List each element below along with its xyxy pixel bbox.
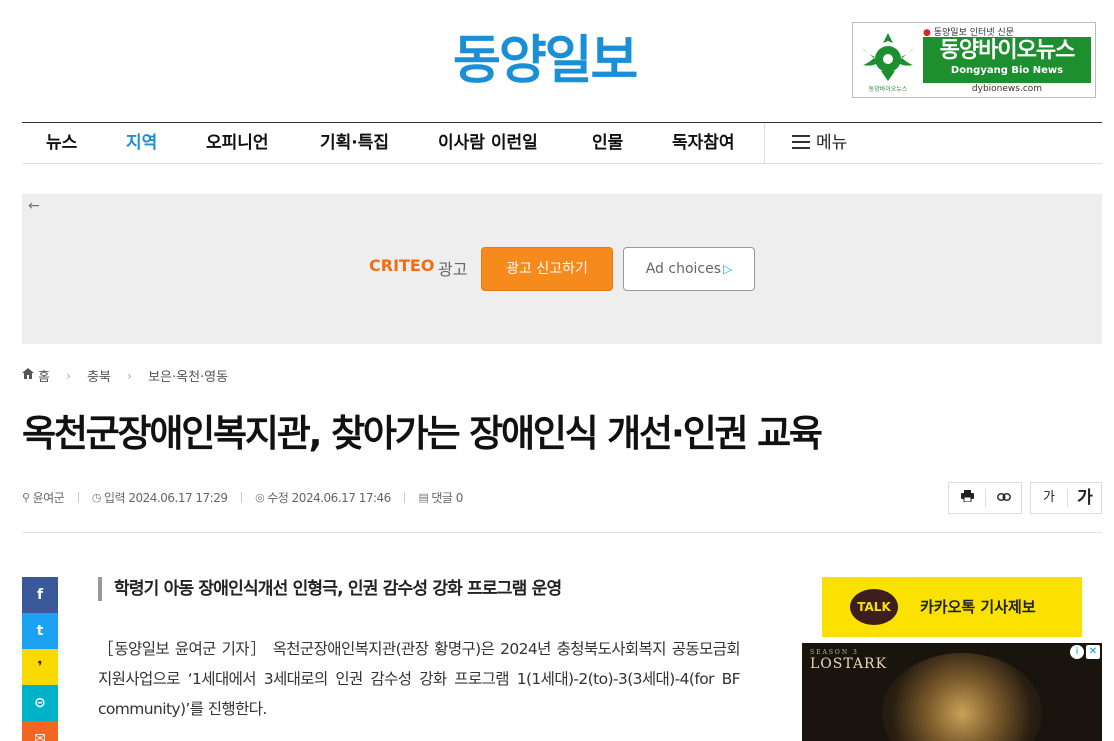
article-title: 옥천군장애인복지관, 찾아가는 장애인식 개선·인권 교육 <box>22 412 823 455</box>
comments-label: 댓글 <box>431 491 453 505</box>
ad-choices-button[interactable]: Ad choices ▷ <box>623 247 755 291</box>
bio-news-banner[interactable]: 동양바이오뉴스 ● 동양일보 인터넷 신문 동양바이오뉴스 Dongyang B… <box>852 22 1096 98</box>
comment-icon: ▤ <box>418 491 429 504</box>
nav-item-people-stories[interactable]: 이사람 이런일 <box>438 123 538 163</box>
report-ad-button[interactable]: 광고 신고하기 <box>481 247 613 291</box>
ad-label: 광고 <box>438 260 468 279</box>
nav-item-news[interactable]: 뉴스 <box>46 123 77 163</box>
font-size-tools: 가 가 <box>1030 482 1102 514</box>
bio-name-en: Dongyang Bio News <box>950 65 1064 76</box>
nav-item-people[interactable]: 인물 <box>592 123 623 163</box>
svg-text:동양바이오뉴스: 동양바이오뉴스 <box>869 85 908 93</box>
author-name[interactable]: 윤여군 <box>33 489 65 506</box>
nav-item-region[interactable]: 지역 <box>126 123 157 163</box>
menu-button[interactable]: 메뉴 <box>792 123 847 163</box>
breadcrumb-level1[interactable]: 충북 <box>87 366 111 385</box>
ad-close-icon[interactable]: ✕ <box>1086 645 1100 659</box>
meta-divider <box>77 492 79 503</box>
check-circle-icon: ◎ <box>255 491 265 504</box>
clock-icon: ◷ <box>91 491 102 504</box>
comments-link[interactable]: 댓글 0 <box>431 489 463 506</box>
twitter-share-icon[interactable]: t <box>22 613 58 649</box>
breadcrumb: 홈 › 충북 › 보은·옥천·영동 <box>22 366 228 386</box>
lostark-season: SEASON 3 <box>810 649 859 656</box>
lostark-ad[interactable]: SEASON 3 LOSTARK i ✕ <box>802 643 1102 741</box>
breadcrumb-level2[interactable]: 보은·옥천·영동 <box>148 366 228 385</box>
kakao-share-icon[interactable]: ❜ <box>22 649 58 685</box>
site-logo[interactable]: 동양일보 <box>453 28 675 94</box>
facebook-share-icon[interactable]: f <box>22 577 58 613</box>
back-arrow-icon[interactable]: ← <box>28 198 40 214</box>
lostark-logo: SEASON 3 LOSTARK <box>810 649 887 672</box>
person-icon: ⚲ <box>22 491 30 504</box>
main-nav: 뉴스 지역 오피니언 기획·특집 이사람 이런일 인물 독자참여 메뉴 <box>22 122 1102 164</box>
input-label: 입력 <box>103 491 126 505</box>
criteo-logo: CRITEO <box>369 256 435 275</box>
eagle-emblem-icon: 동양바이오뉴스 <box>861 33 915 93</box>
breadcrumb-home[interactable]: 홈 <box>22 366 50 385</box>
bio-name: 동양바이오뉴스 <box>939 38 1076 63</box>
modified-date: 2024.06.17 17:46 <box>291 490 392 505</box>
bio-name-box: 동양바이오뉴스 Dongyang Bio News <box>923 37 1091 83</box>
menu-label: 메뉴 <box>816 133 848 153</box>
modified-label: 수정 <box>267 491 289 505</box>
meta-divider <box>240 492 242 503</box>
kakao-tip-label: 카카오톡 기사제보 <box>920 598 1036 616</box>
kakao-tip-banner[interactable]: TALK 카카오톡 기사제보 <box>822 577 1082 637</box>
email-share-icon[interactable]: ✉ <box>22 721 58 741</box>
lostark-title: LOSTARK <box>810 656 888 672</box>
ad-choices-icon: ▷ <box>723 262 733 276</box>
link-icon <box>997 493 1011 501</box>
article-subtitle: 학령기 아동 장애인식개선 인형극, 인권 감수성 강화 프로그램 운영 <box>98 577 562 601</box>
input-date: 2024.06.17 17:29 <box>128 490 228 505</box>
chevron-right-icon: › <box>66 368 71 383</box>
ad-choices-label: Ad choices <box>645 261 722 277</box>
nav-item-feature[interactable]: 기획·특집 <box>320 123 389 163</box>
criteo-ad-banner: ← CRITEO 광고 광고 신고하기 Ad choices ▷ <box>22 194 1102 344</box>
article-body: ［동양일보 윤여군 기자］ 옥천군장애인복지관(관장 황명구)은 2024년 충… <box>98 640 741 718</box>
comments-count: 0 <box>455 490 464 505</box>
print-icon <box>960 490 974 503</box>
ad-info-icon[interactable]: i <box>1070 645 1084 659</box>
font-smaller-button[interactable]: 가 <box>1031 483 1067 513</box>
bio-url: dybionews.com <box>971 84 1043 94</box>
link-share-icon[interactable]: ⊝ <box>22 685 58 721</box>
content-divider <box>22 532 1102 533</box>
kakao-talk-icon: TALK <box>850 589 898 625</box>
nav-item-opinion[interactable]: 오피니언 <box>206 123 269 163</box>
copy-link-button[interactable] <box>986 483 1022 513</box>
breadcrumb-home-label: 홈 <box>38 370 50 385</box>
game-artwork <box>882 653 1042 741</box>
nav-item-reader[interactable]: 독자참여 <box>672 123 735 163</box>
nav-divider <box>764 123 765 163</box>
hamburger-icon <box>792 135 810 149</box>
meta-divider <box>404 492 406 503</box>
share-tools <box>948 482 1022 514</box>
print-button[interactable] <box>949 483 985 513</box>
home-icon <box>22 368 34 379</box>
font-larger-button[interactable]: 가 <box>1067 483 1103 513</box>
chevron-right-icon: › <box>127 368 132 383</box>
article-meta: ⚲ 윤여군 ◷ 입력 2024.06.17 17:29 ◎ 수정 2024.06.17… <box>22 489 463 507</box>
